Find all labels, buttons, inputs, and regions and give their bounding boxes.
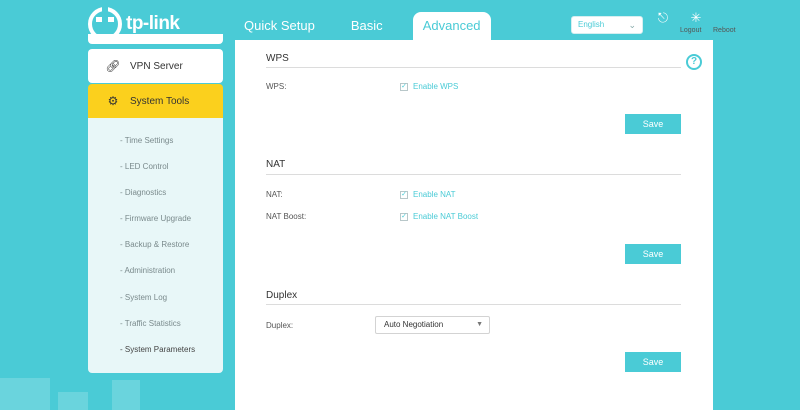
logout-label: Logout [680, 27, 702, 34]
sidebar-subitem-system-parameters[interactable]: - System Parameters [120, 345, 195, 354]
section-title-duplex: Duplex [266, 290, 298, 301]
enable-wps-label: Enable WPS [413, 82, 459, 91]
logout-button[interactable]: ⎋ Logout [649, 10, 702, 34]
gear-icon: ⚙ [107, 94, 119, 108]
duplex-select-value: Auto Negotiation [384, 320, 444, 329]
logout-icon: ⎋ [657, 10, 669, 25]
language-value: English [578, 20, 605, 29]
checkbox-checked-icon: ✓ [400, 82, 408, 91]
sidebar-subitem-firmware-upgrade[interactable]: - Firmware Upgrade [120, 214, 191, 223]
duplex-save-button[interactable]: Save [625, 352, 681, 372]
link-icon: 🔗︎ [105, 59, 121, 73]
enable-nat-boost-checkbox[interactable]: ✓ Enable NAT Boost [400, 212, 478, 221]
checkbox-checked-icon: ✓ [400, 190, 408, 199]
divider [266, 174, 681, 175]
nat-label: NAT: [266, 190, 283, 199]
sidebar-subitem-administration[interactable]: - Administration [120, 266, 175, 275]
sidebar-item-vpn-server[interactable]: 🔗︎ VPN Server [88, 49, 223, 83]
reboot-icon: ✳ [690, 10, 702, 25]
divider [266, 67, 681, 68]
main-panel: ? WPS WPS: ✓ Enable WPS Save NAT NAT: ✓ … [235, 40, 713, 410]
sidebar-subitem-system-log[interactable]: - System Log [120, 293, 167, 302]
sidebar-subitem-backup-restore[interactable]: - Backup & Restore [120, 240, 189, 249]
caret-down-icon: ▼ [476, 321, 483, 328]
chevron-down-icon: ⌄ [628, 20, 636, 30]
language-select[interactable]: English ⌄ [571, 16, 643, 34]
duplex-label: Duplex: [266, 321, 294, 330]
divider [266, 304, 681, 305]
background-decoration [58, 392, 88, 410]
tab-basic[interactable]: Basic [341, 12, 393, 40]
brand-name: tp-link [126, 13, 180, 34]
section-title-nat: NAT [266, 159, 286, 170]
system-tools-submenu: - Time Settings - LED Control - Diagnost… [88, 118, 223, 373]
sidebar-item-label: System Tools [130, 95, 190, 107]
sidebar-previous-item [88, 34, 223, 44]
wps-save-button[interactable]: Save [625, 114, 681, 134]
wps-label: WPS: [266, 82, 287, 91]
top-nav-tabs: Quick Setup Basic Advanced [234, 12, 507, 40]
help-icon[interactable]: ? [686, 54, 702, 70]
sidebar-subitem-time-settings[interactable]: - Time Settings [120, 136, 173, 145]
nat-boost-label: NAT Boost: [266, 212, 307, 221]
nat-save-button[interactable]: Save [625, 244, 681, 264]
reboot-label: Reboot [713, 27, 736, 34]
sidebar-subitem-led-control[interactable]: - LED Control [120, 162, 168, 171]
enable-wps-checkbox[interactable]: ✓ Enable WPS [400, 82, 458, 91]
enable-nat-label: Enable NAT [413, 190, 456, 199]
sidebar-item-label: VPN Server [130, 60, 183, 72]
sidebar-item-system-tools[interactable]: ⚙ System Tools [88, 84, 223, 118]
duplex-select[interactable]: Auto Negotiation ▼ [375, 316, 490, 334]
sidebar-subitem-traffic-statistics[interactable]: - Traffic Statistics [120, 319, 181, 328]
tab-quick-setup[interactable]: Quick Setup [234, 12, 325, 40]
sidebar-subitem-diagnostics[interactable]: - Diagnostics [120, 188, 166, 197]
enable-nat-checkbox[interactable]: ✓ Enable NAT [400, 190, 456, 199]
section-title-wps: WPS [266, 53, 289, 64]
background-decoration [112, 380, 140, 410]
tab-advanced[interactable]: Advanced [412, 12, 491, 40]
checkbox-checked-icon: ✓ [400, 212, 408, 221]
enable-nat-boost-label: Enable NAT Boost [413, 212, 479, 221]
reboot-button[interactable]: ✳ Reboot [682, 10, 736, 34]
background-decoration [0, 378, 50, 410]
